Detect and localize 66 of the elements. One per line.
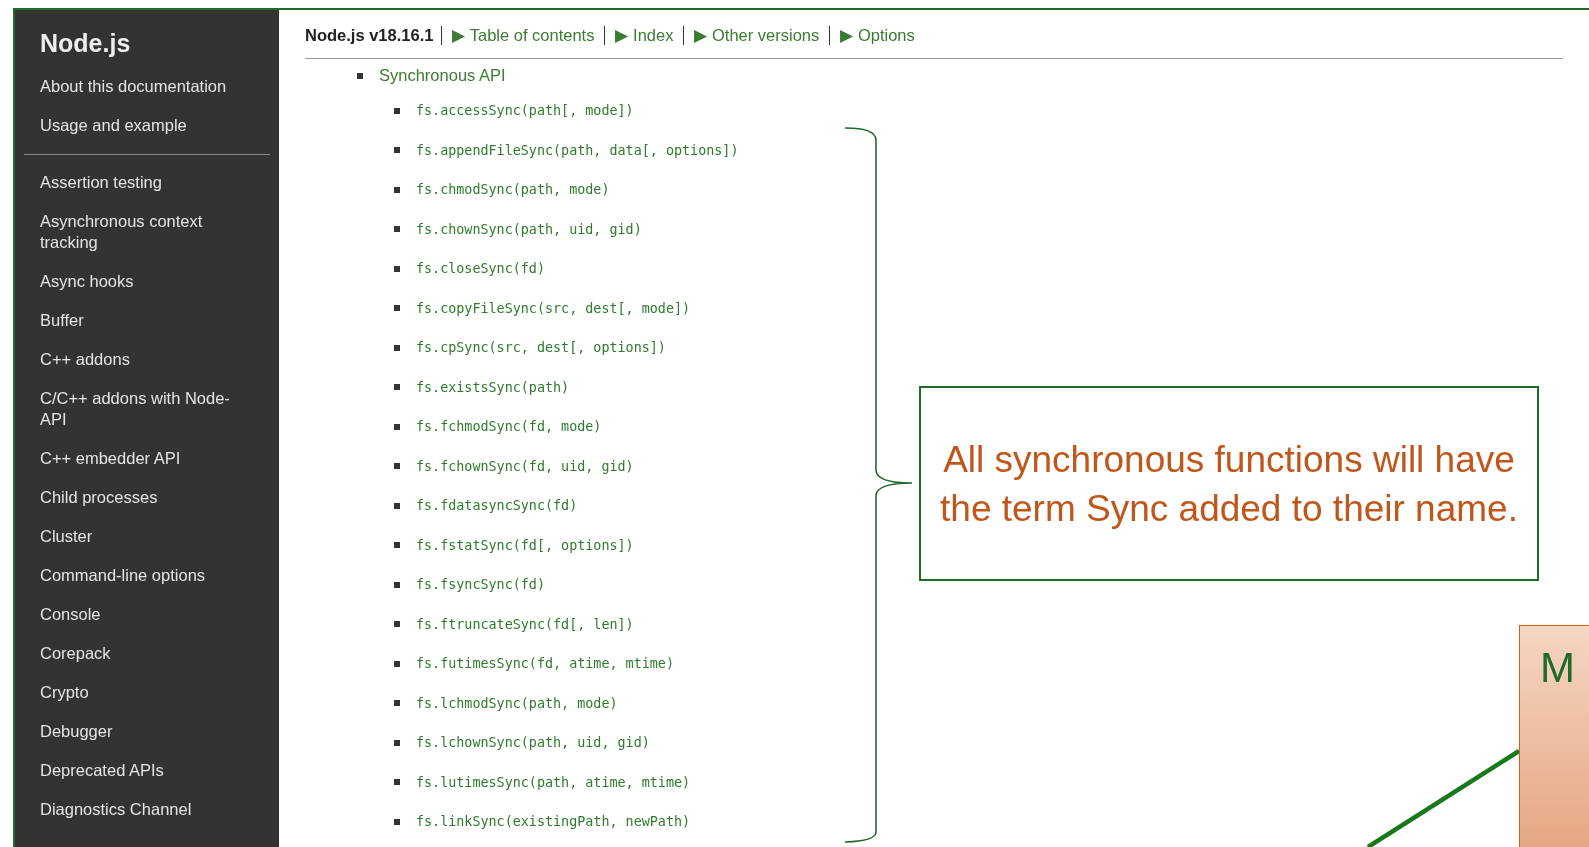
sidebar-link[interactable]: Debugger <box>40 721 254 742</box>
sidebar-link[interactable]: C++ addons <box>40 349 254 370</box>
api-link[interactable]: fs.accessSync(path[, mode]) <box>416 99 634 122</box>
bullet-icon <box>394 186 400 193</box>
api-link[interactable]: fs.closeSync(fd) <box>416 257 545 280</box>
header-link[interactable]: ▶ Options <box>830 26 925 45</box>
api-link[interactable]: fs.fdatasyncSync(fd) <box>416 494 578 517</box>
bullet-icon <box>357 72 363 79</box>
sidebar-link[interactable]: Asynchronous context tracking <box>40 211 254 253</box>
bullet-icon <box>394 344 400 351</box>
bullet-icon <box>394 384 400 390</box>
bullet-icon <box>394 779 400 785</box>
api-link[interactable]: fs.chownSync(path, uid, gid) <box>416 217 642 241</box>
api-link[interactable]: fs.lchmodSync(path, mode) <box>416 691 618 715</box>
api-link[interactable]: fs.futimesSync(fd, atime, mtime) <box>416 652 674 675</box>
header-link[interactable]: ▶ Table of contents <box>442 26 606 45</box>
api-link[interactable]: fs.fchownSync(fd, uid, gid) <box>416 454 634 478</box>
bullet-icon <box>394 463 400 469</box>
sidebar-link[interactable]: Usage and example <box>40 115 254 136</box>
bullet-icon <box>394 700 400 706</box>
sidebar-link[interactable]: C/C++ addons with Node-API <box>40 388 254 430</box>
api-link[interactable]: fs.existsSync(path) <box>416 375 570 399</box>
sidebar-link[interactable]: Console <box>40 604 254 625</box>
bullet-icon <box>394 502 400 509</box>
version-label: Node.js v18.16.1 <box>305 26 443 45</box>
api-link[interactable]: fs.ftruncateSync(fd[, len]) <box>416 612 634 636</box>
sidebar-link[interactable]: Command-line options <box>40 565 254 586</box>
annotation-callout: All synchronous functions will have the term Sync added to their name. <box>919 386 1539 581</box>
annotation-box: M <box>1519 625 1589 847</box>
bullet-icon <box>394 107 400 114</box>
api-link[interactable]: fs.fstatSync(fd[, options]) <box>416 533 634 557</box>
api-link[interactable]: fs.linkSync(existingPath, newPath) <box>416 810 691 833</box>
bullet-icon <box>394 660 400 667</box>
bullet-icon <box>394 621 400 627</box>
api-link[interactable]: fs.chmodSync(path, mode) <box>416 178 610 201</box>
sidebar-link[interactable]: Buffer <box>40 310 254 331</box>
sidebar-link[interactable]: Diagnostics Channel <box>40 799 254 820</box>
bullet-icon <box>394 265 400 272</box>
bullet-icon <box>394 305 400 311</box>
sidebar-link[interactable]: Crypto <box>40 682 254 703</box>
header-link[interactable]: ▶ Index <box>605 26 685 45</box>
api-link[interactable]: fs.lutimesSync(path, atime, mtime) <box>416 770 691 794</box>
toc-link[interactable]: Synchronous API <box>379 64 506 87</box>
sidebar-link[interactable]: Child processes <box>40 487 254 508</box>
sidebar-link[interactable]: Deprecated APIs <box>40 760 254 781</box>
api-link[interactable]: fs.fsyncSync(fd) <box>416 573 545 596</box>
api-link[interactable]: fs.appendFileSync(path, data[, options]) <box>416 138 739 162</box>
bullet-icon <box>394 818 400 825</box>
sidebar-link[interactable]: About this documentation <box>40 76 254 97</box>
sidebar-link[interactable]: C++ embedder API <box>40 448 254 469</box>
api-link[interactable]: fs.copyFileSync(src, dest[, mode]) <box>416 296 691 320</box>
sidebar-title[interactable]: Node.js <box>40 29 254 58</box>
sidebar-link[interactable]: Cluster <box>40 526 254 547</box>
sidebar-link[interactable]: Async hooks <box>40 271 254 292</box>
sidebar-link[interactable]: Assertion testing <box>40 172 254 193</box>
api-link[interactable]: fs.lchownSync(path, uid, gid) <box>416 731 650 754</box>
api-link[interactable]: fs.fchmodSync(fd, mode) <box>416 415 602 438</box>
bullet-icon <box>394 147 400 153</box>
bullet-icon <box>394 739 400 746</box>
bullet-icon <box>394 226 400 232</box>
bullet-icon <box>394 423 400 430</box>
sidebar-link[interactable]: Corepack <box>40 643 254 664</box>
api-link[interactable]: fs.cpSync(src, dest[, options]) <box>416 336 666 359</box>
header-link[interactable]: ▶ Other versions <box>684 26 831 45</box>
bullet-icon <box>394 542 400 548</box>
bullet-icon <box>394 581 400 588</box>
